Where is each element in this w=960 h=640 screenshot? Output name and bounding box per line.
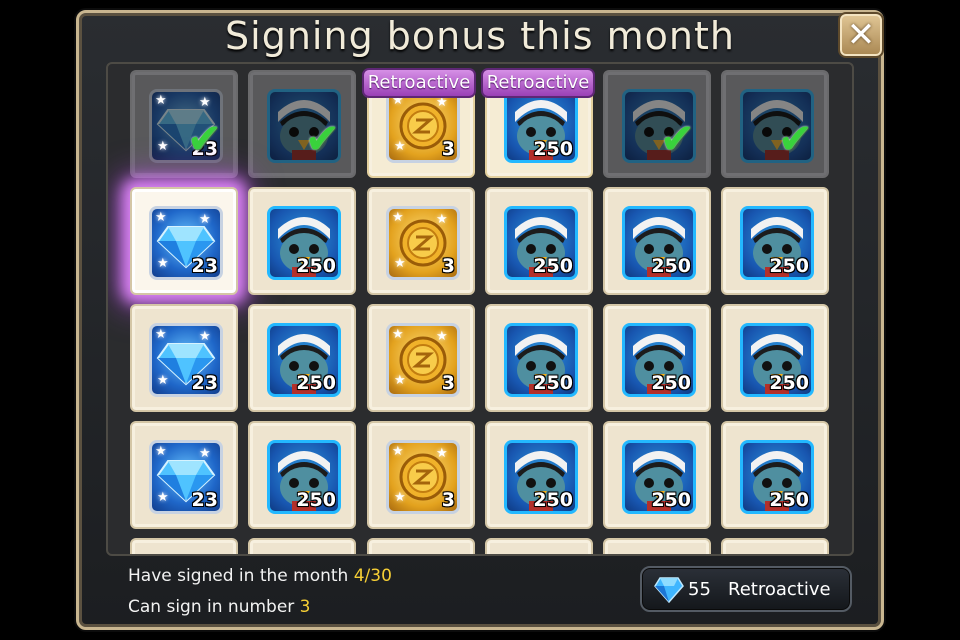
sparkle-icon: ★ (436, 212, 448, 227)
signed-count-label: Have signed in the month (128, 566, 349, 586)
reward-cell[interactable] (603, 538, 711, 554)
reward-cell[interactable]: ★ ★ ★ 23 (130, 187, 238, 295)
reward-cell[interactable] (485, 538, 593, 554)
reward-amount: 3 (441, 372, 455, 394)
reward-cell[interactable]: ★ ★ ★ 3 (367, 421, 475, 529)
reward-cell[interactable]: 250 (603, 421, 711, 529)
sparkle-icon: ★ (155, 210, 167, 225)
sparkle-icon: ★ (199, 446, 211, 461)
checkmark-icon: ✔ (186, 114, 222, 163)
reward-cell[interactable]: 250 (603, 187, 711, 295)
reward-cell[interactable]: ★ ★ ★ 3 (367, 187, 475, 295)
retroactive-cost: 55 (688, 579, 711, 600)
retroactive-label: Retroactive (728, 579, 831, 600)
dialog-title: Signing bonus this month (225, 14, 735, 58)
sparkle-icon: ★ (157, 490, 169, 505)
reward-amount: 250 (769, 372, 809, 394)
reward-cell[interactable]: 250 (603, 304, 711, 412)
can-sign-text: Can sign in number 3 (128, 597, 311, 617)
checkmark-icon: ✔ (659, 114, 695, 163)
sparkle-icon: ★ (155, 93, 167, 108)
sparkle-icon: ★ (199, 329, 211, 344)
reward-amount: 250 (533, 138, 573, 160)
reward-amount: 250 (651, 489, 691, 511)
reward-cell[interactable]: 250 (485, 304, 593, 412)
reward-amount: 250 (651, 255, 691, 277)
reward-amount: 250 (533, 255, 573, 277)
reward-grid: ★ ★ ★ 23 ✔ ✔ ★ ★ ★ 3 250 ✔ ✔ ★ ★ ★ 23 250 ★ ★ ★ 3 250 250 250 ★ ★ ★… (106, 62, 854, 556)
sparkle-icon: ★ (394, 139, 406, 154)
reward-cell[interactable] (130, 538, 238, 554)
reward-amount: 23 (191, 489, 218, 511)
sparkle-icon: ★ (199, 95, 211, 110)
reward-cell[interactable]: 250 (248, 421, 356, 529)
sparkle-icon: ★ (394, 373, 406, 388)
reward-cell[interactable]: 250 (721, 304, 829, 412)
sparkle-icon: ★ (157, 139, 169, 154)
can-sign-label: Can sign in number (128, 597, 295, 617)
can-sign-value: 3 (299, 597, 311, 617)
sparkle-icon: ★ (157, 373, 169, 388)
close-button[interactable]: ✕ (838, 12, 884, 58)
reward-cell[interactable]: ★ ★ ★ 3 (367, 304, 475, 412)
retroactive-tag: Retroactive (481, 68, 595, 98)
sparkle-icon: ★ (155, 327, 167, 342)
reward-cell[interactable] (367, 538, 475, 554)
reward-amount: 250 (533, 372, 573, 394)
sparkle-icon: ★ (392, 210, 404, 225)
sparkle-icon: ★ (392, 444, 404, 459)
reward-amount: 250 (651, 372, 691, 394)
retroactive-tag: Retroactive (362, 68, 476, 98)
reward-cell[interactable]: 250 (248, 187, 356, 295)
reward-cell[interactable]: 250 (485, 421, 593, 529)
close-icon: ✕ (846, 15, 876, 55)
reward-cell[interactable]: ★ ★ ★ 23 (130, 421, 238, 529)
reward-cell[interactable]: ✔ (248, 70, 356, 178)
reward-cell[interactable]: ★ ★ ★ 23 ✔ (130, 70, 238, 178)
sparkle-icon: ★ (394, 490, 406, 505)
retroactive-button[interactable]: 55 Retroactive (640, 566, 852, 612)
sparkle-icon: ★ (436, 329, 448, 344)
reward-cell[interactable]: ✔ (603, 70, 711, 178)
reward-amount: 250 (296, 489, 336, 511)
sparkle-icon: ★ (394, 256, 406, 271)
reward-amount: 250 (296, 372, 336, 394)
sparkle-icon: ★ (392, 327, 404, 342)
reward-amount: 250 (533, 489, 573, 511)
reward-amount: 3 (441, 138, 455, 160)
reward-amount: 3 (441, 255, 455, 277)
reward-amount: 3 (441, 489, 455, 511)
sparkle-icon: ★ (157, 256, 169, 271)
reward-amount: 23 (191, 255, 218, 277)
reward-cell[interactable]: 250 (721, 421, 829, 529)
reward-cell[interactable] (248, 538, 356, 554)
reward-amount: 23 (191, 372, 218, 394)
reward-cell[interactable]: 250 (721, 187, 829, 295)
reward-cell[interactable]: 250 (485, 187, 593, 295)
signed-count-text: Have signed in the month 4/30 (128, 566, 392, 586)
signed-count-value: 4/30 (353, 566, 392, 586)
sparkle-icon: ★ (155, 444, 167, 459)
reward-amount: 250 (296, 255, 336, 277)
checkmark-icon: ✔ (304, 114, 340, 163)
sparkle-icon: ★ (199, 212, 211, 227)
reward-cell[interactable]: 250 (248, 304, 356, 412)
checkmark-icon: ✔ (777, 114, 813, 163)
sparkle-icon: ★ (436, 446, 448, 461)
reward-amount: 250 (769, 255, 809, 277)
diamond-icon (654, 577, 684, 603)
reward-cell[interactable]: ✔ (721, 70, 829, 178)
reward-amount: 250 (769, 489, 809, 511)
reward-cell[interactable] (721, 538, 829, 554)
reward-cell[interactable]: ★ ★ ★ 23 (130, 304, 238, 412)
